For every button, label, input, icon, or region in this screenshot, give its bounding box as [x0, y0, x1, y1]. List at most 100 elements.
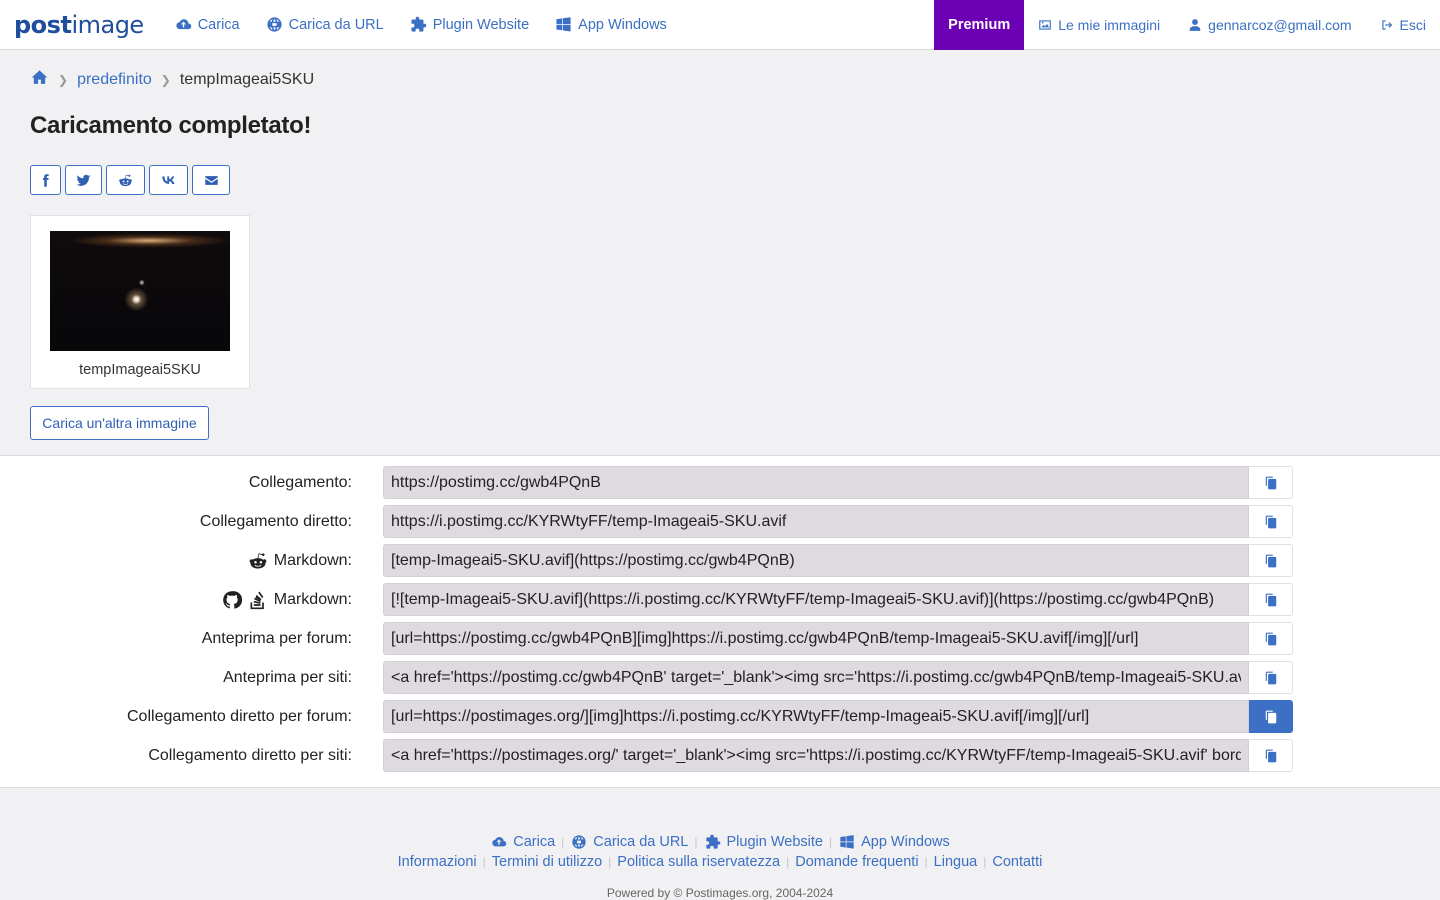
footer: Carica | Carica da URL | Plugin Website … [0, 832, 1440, 900]
home-icon [30, 69, 49, 86]
postimage-logo[interactable]: post image [14, 11, 144, 39]
link-row: Anteprima per forum: [0, 622, 1440, 655]
breadcrumb-home[interactable] [30, 69, 49, 91]
footer-upload-label: Carica [513, 834, 556, 850]
logo-text-image: image [71, 10, 144, 39]
page-title: Caricamento completato! [30, 112, 312, 139]
share-twitter-button[interactable] [65, 165, 102, 195]
site-thumbnail-field[interactable] [383, 661, 1249, 694]
markdown-reddit-field[interactable] [383, 544, 1249, 577]
row-label-text: Collegamento diretto per siti: [148, 746, 352, 764]
copy-button[interactable] [1249, 661, 1293, 694]
footer-upload[interactable]: Carica [490, 834, 555, 850]
row-label: Collegamento diretto: [200, 505, 352, 538]
footer-upload-url-label: Carica da URL [593, 834, 689, 850]
footer-separator: | [786, 855, 790, 869]
markdown-github-field[interactable] [383, 583, 1249, 616]
nav-my-images[interactable]: Le mie immagini [1024, 0, 1174, 50]
footer-separator: | [924, 855, 928, 869]
footer-plugin-website-label: Plugin Website [726, 834, 823, 850]
copy-button[interactable] [1249, 505, 1293, 538]
footer-link-privacy[interactable]: Politica sulla riservatezza [617, 854, 780, 870]
share-email-button[interactable] [192, 165, 230, 195]
footer-upload-url[interactable]: Carica da URL [570, 834, 688, 850]
share-vk-button[interactable] [149, 165, 188, 195]
share-facebook-button[interactable] [30, 165, 61, 195]
footer-separator: | [561, 835, 565, 849]
footer-link-language[interactable]: Lingua [934, 854, 978, 870]
share-reddit-button[interactable] [106, 165, 145, 195]
nav-my-images-label: Le mie immagini [1058, 16, 1161, 33]
copy-button[interactable] [1249, 466, 1293, 499]
twitter-icon [76, 173, 91, 188]
copy-button[interactable] [1249, 700, 1293, 733]
copy-icon [1264, 593, 1278, 607]
footer-link-faq[interactable]: Domande frequenti [795, 854, 918, 870]
footer-separator: | [983, 855, 987, 869]
top-navbar: post image Carica Carica da URL Plugin We… [0, 0, 1440, 50]
row-label-text: Collegamento diretto per forum: [127, 707, 352, 725]
link-field[interactable] [383, 466, 1249, 499]
sign-out-icon [1380, 18, 1394, 32]
forum-thumbnail-field[interactable] [383, 622, 1249, 655]
nav-logout[interactable]: Esci [1366, 0, 1440, 50]
row-label: Anteprima per forum: [202, 622, 352, 655]
copy-icon [1264, 671, 1278, 685]
reddit-icon [118, 173, 133, 188]
envelope-icon [204, 173, 219, 188]
main-nav: Carica Carica da URL Plugin Website App … [162, 0, 680, 50]
breadcrumb-current: tempImageai5SKU [179, 71, 315, 88]
cloud-upload-icon [175, 16, 192, 33]
nav-windows-app-label: App Windows [578, 16, 667, 33]
link-row: Collegamento: [0, 466, 1440, 499]
nav-windows-app[interactable]: App Windows [542, 0, 680, 50]
footer-separator: | [828, 835, 833, 849]
copy-icon [1264, 554, 1278, 568]
footer-nav: Carica | Carica da URL | Plugin Website … [0, 832, 1440, 852]
share-buttons [30, 165, 1440, 195]
footer-link-terms[interactable]: Termini di utilizzo [492, 854, 602, 870]
copy-icon [1264, 632, 1278, 646]
site-direct-link-field[interactable] [383, 739, 1249, 772]
premium-button[interactable]: Premium [934, 0, 1025, 50]
breadcrumb-folder[interactable]: predefinito [77, 71, 152, 89]
footer-link-about[interactable]: Informazioni [398, 854, 477, 870]
footer-windows-app[interactable]: App Windows [838, 834, 950, 850]
user-email: gennarcoz@gmail.com [1208, 16, 1352, 33]
row-label-text: Markdown: [273, 551, 352, 569]
footer-link-contact[interactable]: Contatti [992, 854, 1042, 870]
nav-user-account[interactable]: gennarcoz@gmail.com [1174, 0, 1365, 50]
copy-button[interactable] [1249, 583, 1293, 616]
nav-upload-label: Carica [197, 16, 240, 33]
footer-separator: | [694, 835, 698, 849]
footer-separator: | [482, 855, 486, 869]
footer-windows-app-label: App Windows [861, 834, 950, 850]
user-icon [1188, 18, 1202, 32]
footer-links: Informazioni | Termini di utilizzo | Pol… [0, 852, 1440, 872]
windows-icon [838, 834, 856, 850]
copy-button[interactable] [1249, 739, 1293, 772]
image-thumbnail[interactable] [50, 231, 230, 351]
row-label-text: Anteprima per siti: [223, 668, 352, 686]
image-icon [1038, 18, 1052, 32]
row-label: Collegamento: [249, 466, 352, 499]
upload-another-button[interactable]: Carica un'altra immagine [30, 406, 209, 440]
nav-plugin-website[interactable]: Plugin Website [397, 0, 542, 50]
nav-upload-url-label: Carica da URL [288, 16, 384, 33]
chevron-right-icon: ❯ [58, 73, 69, 87]
forum-direct-link-field[interactable] [383, 700, 1249, 733]
direct-link-field[interactable] [383, 505, 1249, 538]
facebook-icon [38, 173, 53, 188]
cloud-upload-icon [490, 834, 508, 850]
copy-button[interactable] [1249, 544, 1293, 577]
github-icon [222, 590, 242, 610]
puzzle-icon [410, 16, 427, 33]
footer-plugin-website[interactable]: Plugin Website [704, 834, 823, 850]
nav-upload-url[interactable]: Carica da URL [253, 0, 397, 50]
nav-upload[interactable]: Carica [162, 0, 253, 50]
logo-text-post: post [14, 10, 72, 39]
copy-icon [1264, 710, 1278, 724]
row-label: Collegamento diretto per forum: [127, 700, 352, 733]
copy-button[interactable] [1249, 622, 1293, 655]
link-row: Collegamento diretto: [0, 505, 1440, 538]
